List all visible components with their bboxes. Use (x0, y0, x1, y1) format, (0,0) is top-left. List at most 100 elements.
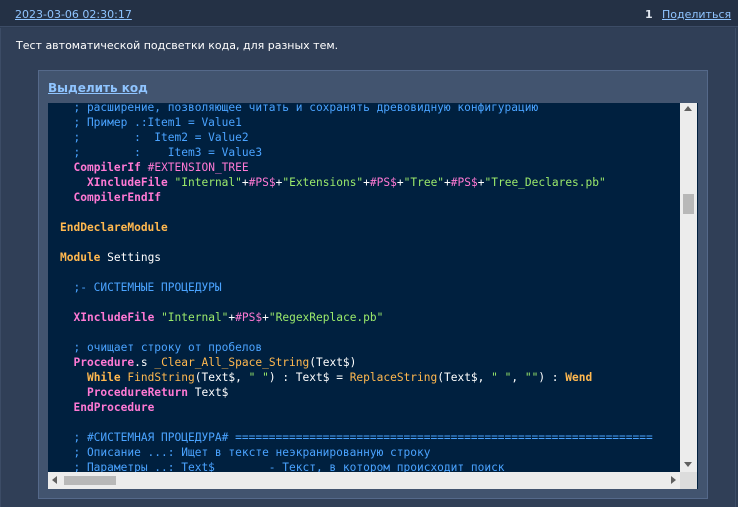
vertical-scroll-thumb[interactable] (683, 194, 694, 214)
select-code-link[interactable]: Выделить код (48, 81, 148, 95)
code-token: ; Пример .:Item1 = Value1 (60, 116, 242, 129)
code-token: "Tree" (403, 176, 445, 189)
code-token: XIncludeFile (73, 311, 155, 324)
code-token: ; расширение, позволяющее читать и сохра… (60, 103, 539, 114)
scroll-up-arrow-icon[interactable] (684, 106, 692, 111)
code-token: " " (491, 371, 512, 384)
horizontal-scrollbar[interactable] (48, 472, 680, 489)
code-line: ; : Item3 = Value3 (60, 145, 653, 160)
vertical-scrollbar[interactable] (680, 103, 697, 472)
code-token: ProcedureReturn (86, 386, 188, 399)
share-link[interactable]: Поделиться (662, 8, 731, 21)
code-token: .s (134, 356, 155, 369)
scroll-right-arrow-icon[interactable] (671, 476, 676, 484)
post-text: Тест автоматической подсветки кода, для … (16, 39, 339, 52)
code-token: "" (524, 371, 539, 384)
code-token: _Clear_All_Space_String (154, 356, 310, 369)
code-token: Procedure (73, 356, 135, 369)
code-token: EndProcedure (73, 401, 155, 414)
code-token: ) : Text$ = (268, 371, 350, 384)
code-token: "RegexReplace.pb" (268, 311, 384, 324)
code-line: ; Пример .:Item1 = Value1 (60, 115, 653, 130)
code-token: ; очищает строку от пробелов (60, 341, 263, 354)
post-header: 2023-03-06 02:30:17 1 Поделиться (0, 0, 738, 27)
code-token: "Internal" (174, 176, 242, 189)
code-line: EndProcedure (60, 400, 653, 415)
post-number: 1 (645, 8, 653, 21)
code-token: Settings (100, 251, 162, 264)
code-line: ; #СИСТЕМНАЯ ПРОЦЕДУРА# ================… (60, 430, 653, 445)
code-token: #PS$ (369, 176, 397, 189)
code-token: (Text$, (194, 371, 249, 384)
code-token: ; : Item2 = Value2 (60, 131, 249, 144)
code-token: ; : Item3 = Value3 (60, 146, 263, 159)
code-line: Procedure.s _Clear_All_Space_String(Text… (60, 355, 653, 370)
code-token: ; #СИСТЕМНАЯ ПРОЦЕДУРА# ================… (60, 431, 653, 444)
code-area[interactable]: ; расширение, позволяющее читать и сохра… (48, 103, 698, 489)
code-token: #PS$ (235, 311, 263, 324)
code-token: ) : (538, 371, 566, 384)
code-line: EndDeclareModule (60, 220, 653, 235)
scroll-down-arrow-icon[interactable] (684, 462, 692, 467)
code-token: "Extensions" (282, 176, 364, 189)
code-token: ; Описание ...: Ищет в тексте неэкраниро… (60, 446, 431, 459)
code-token: ;- СИСТЕМНЫЕ ПРОЦЕДУРЫ (60, 281, 222, 294)
code-line: XIncludeFile "Internal"+#PS$+"RegexRepla… (60, 310, 653, 325)
code-token: , (511, 371, 525, 384)
code-line: CompilerIf #EXTENSION_TREE (60, 160, 653, 175)
horizontal-scroll-thumb[interactable] (64, 476, 116, 485)
scroll-left-arrow-icon[interactable] (52, 476, 57, 484)
scrollbar-corner (680, 472, 697, 489)
code-line: While FindString(Text$, " ") : Text$ = R… (60, 370, 653, 385)
code-token: FindString (127, 371, 195, 384)
code-line: ProcedureReturn Text$ (60, 385, 653, 400)
code-line: ; расширение, позволяющее читать и сохра… (60, 103, 653, 115)
code-token: EndDeclareModule (60, 221, 168, 234)
code-token: + (396, 176, 404, 189)
code-line: ;- СИСТЕМНЫЕ ПРОЦЕДУРЫ (60, 280, 653, 295)
code-token: Wend (565, 371, 593, 384)
post-date-link[interactable]: 2023-03-06 02:30:17 (15, 8, 132, 21)
code-token: #PS$ (248, 176, 276, 189)
code-token: Module (60, 251, 101, 264)
code-token: ReplaceString (349, 371, 438, 384)
code-line: CompilerEndIf (60, 190, 653, 205)
code-token: + (262, 311, 269, 324)
code-lines: ; расширение, позволяющее читать и сохра… (60, 103, 653, 475)
code-token: XIncludeFile (86, 176, 168, 189)
code-token: + (363, 176, 370, 189)
code-token: "Tree_Declares.pb" (484, 176, 606, 189)
code-token: (Text$, (437, 371, 492, 384)
code-token: + (444, 176, 451, 189)
code-token: (Text$) (309, 356, 357, 369)
code-token: Text$ (188, 386, 229, 399)
code-token: CompilerIf (73, 161, 141, 174)
code-token: " " (248, 371, 269, 384)
code-token: + (241, 176, 249, 189)
code-token: "Internal" (161, 311, 229, 324)
code-token: CompilerEndIf (73, 191, 162, 204)
code-line: XIncludeFile "Internal"+#PS$+"Extensions… (60, 175, 653, 190)
code-token: #EXTENSION_TREE (147, 161, 249, 174)
code-line: ; : Item2 = Value2 (60, 130, 653, 145)
code-token: + (477, 176, 485, 189)
code-line: Module Settings (60, 250, 653, 265)
code-line: ; Описание ...: Ищет в тексте неэкраниро… (60, 445, 653, 460)
code-token: #PS$ (450, 176, 478, 189)
code-line: ; очищает строку от пробелов (60, 340, 653, 355)
